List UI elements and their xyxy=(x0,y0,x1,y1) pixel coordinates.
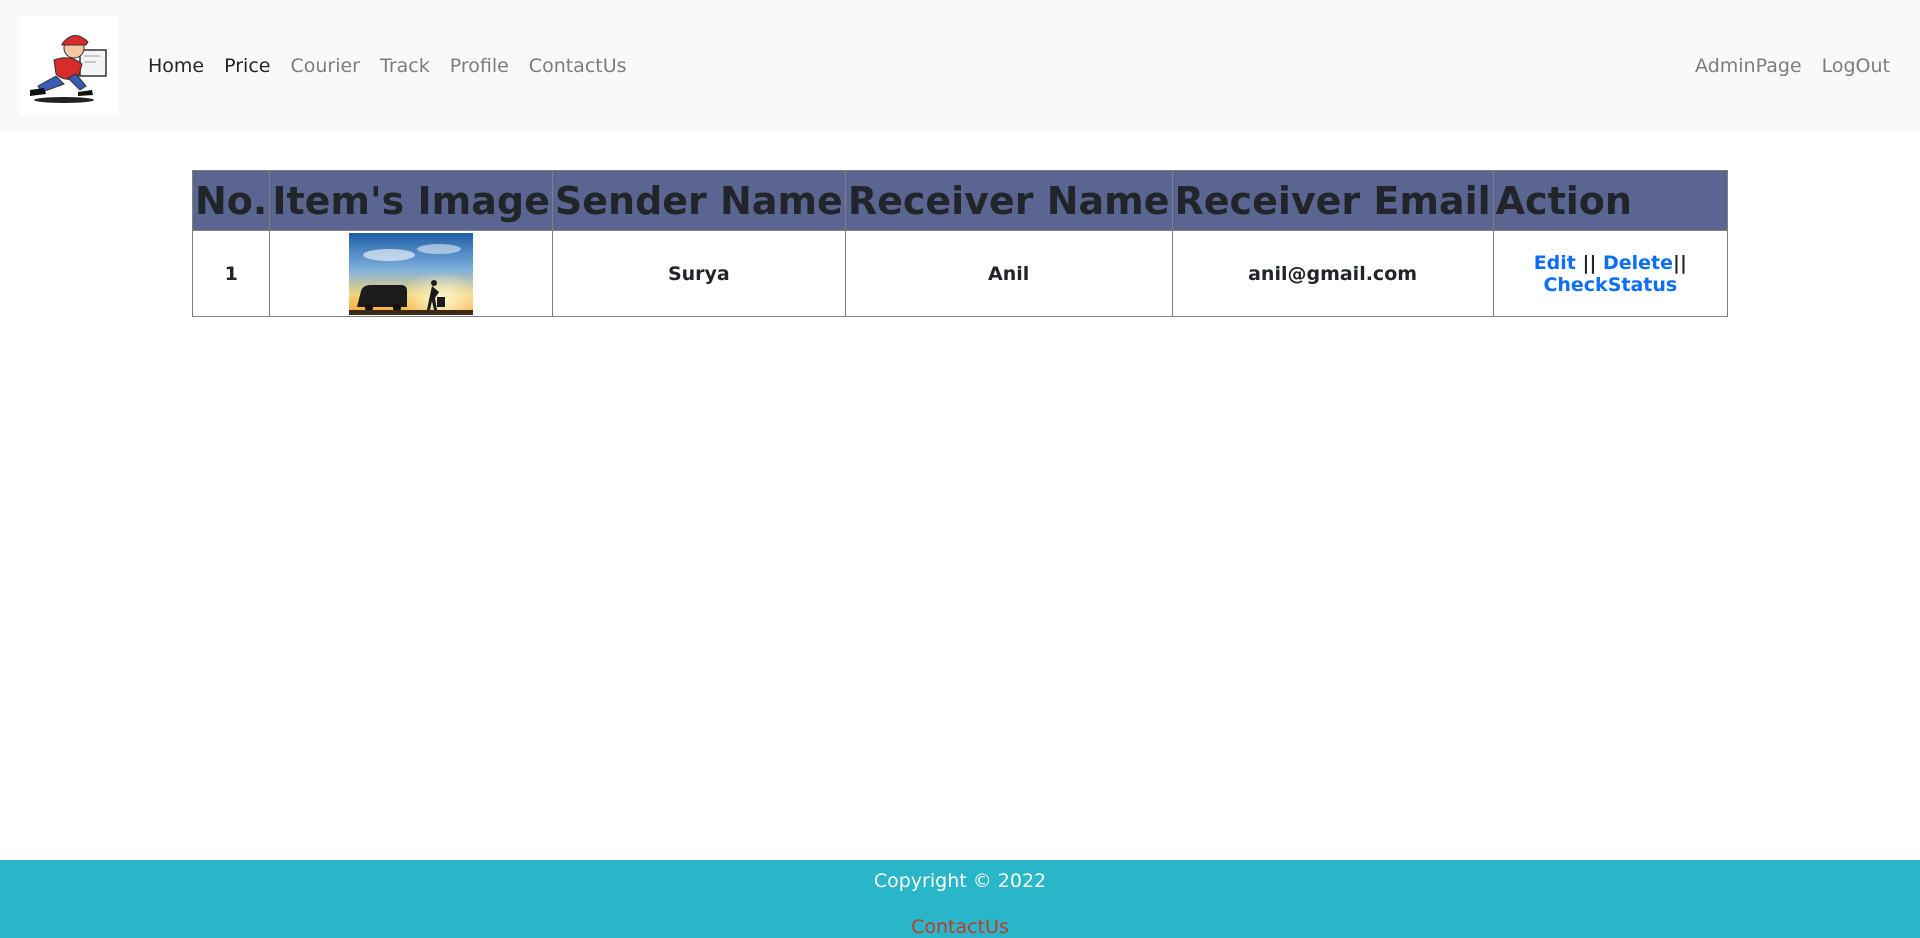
nav-price-link[interactable]: Price xyxy=(224,55,270,77)
header-sender-name: Sender Name xyxy=(551,170,846,231)
row-receiver: Anil xyxy=(844,230,1173,317)
footer-link-container: ContactUs xyxy=(0,916,1920,938)
header-receiver-name: Receiver Name xyxy=(844,170,1173,231)
row-actions: Edit || Delete|| CheckStatus xyxy=(1492,230,1729,317)
row-sender: Surya xyxy=(551,230,846,317)
navbar: Home Price Courier Track Profile Contact… xyxy=(0,0,1920,132)
header-item-image: Item's Image xyxy=(269,170,553,231)
copyright-text: Copyright © 2022 xyxy=(873,870,1047,892)
action-separator: || xyxy=(1575,251,1603,274)
nav-courier-link[interactable]: Courier xyxy=(290,55,360,77)
nav-track-link[interactable]: Track xyxy=(380,55,430,77)
action-separator: || xyxy=(1673,251,1687,274)
nav-logout-link[interactable]: LogOut xyxy=(1822,55,1890,77)
footer: Copyright © 2022 ContactUs xyxy=(0,860,1920,938)
header-no: No. xyxy=(191,170,271,231)
row-email: anil@gmail.com xyxy=(1171,230,1494,317)
row-image-cell xyxy=(269,230,553,317)
courier-table: No. Item's Image Sender Name Receiver Na… xyxy=(191,170,1729,317)
check-status-link[interactable]: CheckStatus xyxy=(1543,274,1677,296)
nav-profile-link[interactable]: Profile xyxy=(450,55,509,77)
nav-left-group: Home Price Courier Track Profile Contact… xyxy=(148,0,647,132)
courier-logo-icon[interactable] xyxy=(20,16,118,115)
table-header-row: No. Item's Image Sender Name Receiver Na… xyxy=(191,170,1729,231)
delete-link[interactable]: Delete xyxy=(1603,252,1673,274)
nav-right-group: AdminPage LogOut xyxy=(1675,0,1890,132)
footer-contactus-link[interactable]: ContactUs xyxy=(911,916,1009,938)
header-receiver-email: Receiver Email xyxy=(1171,170,1494,231)
header-action: Action xyxy=(1492,170,1729,231)
nav-home-link[interactable]: Home xyxy=(148,55,204,77)
row-no: 1 xyxy=(191,230,271,317)
item-image-icon xyxy=(349,232,474,315)
nav-contactus-link[interactable]: ContactUs xyxy=(529,55,627,77)
edit-link[interactable]: Edit xyxy=(1534,252,1576,274)
nav-adminpage-link[interactable]: AdminPage xyxy=(1695,55,1802,77)
table-row: 1 Surya Anil anil@gmail.com Edit || Dele… xyxy=(191,230,1729,317)
